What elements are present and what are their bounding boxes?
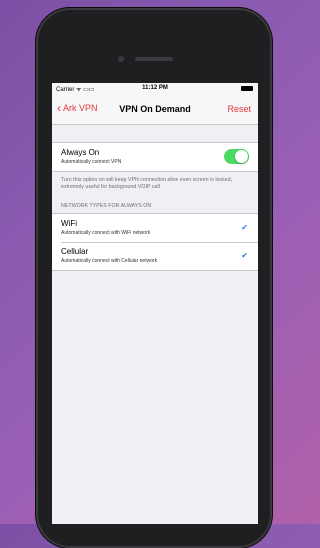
always-on-toggle[interactable] <box>224 149 249 164</box>
navigation-bar: ‹ Ark VPN VPN On Demand Reset <box>52 94 258 125</box>
network-row-cellular[interactable]: Cellular Automatically connect with Cell… <box>52 242 258 270</box>
always-on-group: Always On Automatically connect VPN <box>52 142 258 172</box>
status-time: 11:12 PM <box>142 85 168 91</box>
checkmark-icon: ✔ <box>241 251 248 260</box>
network-row-wifi[interactable]: WiFi Automatically connect with WiFi net… <box>52 214 258 242</box>
checkmark-icon: ✔ <box>241 223 248 232</box>
network-types-group: WiFi Automatically connect with WiFi net… <box>52 213 258 271</box>
status-bar: Carrier ᯤ ▭▭ 11:12 PM <box>52 83 258 94</box>
always-on-row: Always On Automatically connect VPN <box>52 143 258 171</box>
front-camera <box>118 56 124 62</box>
toggle-knob <box>235 150 248 163</box>
always-on-subtitle: Automatically connect VPN <box>61 159 122 165</box>
cellular-subtitle: Automatically connect with Cellular netw… <box>61 258 158 264</box>
earpiece-speaker <box>135 57 173 61</box>
always-on-footer: Turn this option on will keep VPN connec… <box>61 177 233 190</box>
cellular-title: Cellular <box>61 247 89 256</box>
reset-button[interactable]: Reset <box>227 104 251 114</box>
app-screen: Carrier ᯤ ▭▭ 11:12 PM ‹ Ark VPN VPN On D… <box>52 83 258 524</box>
wifi-title: WiFi <box>61 219 77 228</box>
wifi-subtitle: Automatically connect with WiFi network <box>61 230 151 236</box>
always-on-title: Always On <box>61 148 100 157</box>
network-section-header: NETWORK TYPES FOR ALWAYS ON <box>61 203 152 209</box>
battery-icon <box>241 86 253 91</box>
